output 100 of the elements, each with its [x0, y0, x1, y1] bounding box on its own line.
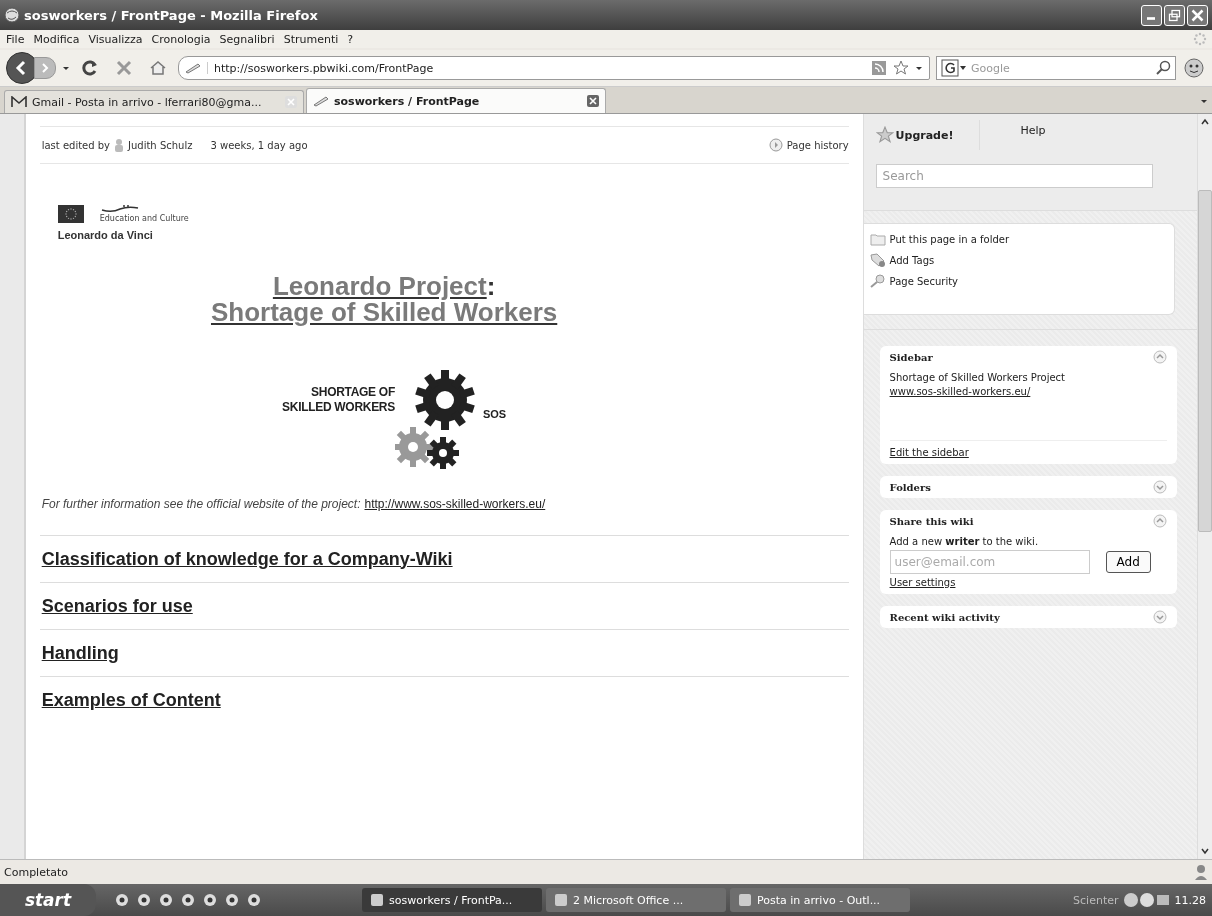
section-link[interactable]: Handling — [41, 642, 119, 664]
quick-launch-icon[interactable] — [136, 892, 152, 908]
bird-logo-icon — [99, 204, 140, 214]
help-link[interactable]: Help — [1020, 120, 1046, 150]
minimize-button[interactable] — [1141, 4, 1162, 26]
section-link[interactable]: Classification of knowledge for a Company-Wiki — [41, 548, 453, 570]
panel-title[interactable]: Share this wiki — [889, 515, 974, 527]
menu-item[interactable]: Segnalibri — [217, 32, 282, 46]
mail-icon — [11, 96, 27, 108]
maximize-button[interactable] — [1164, 4, 1185, 26]
quick-launch-icon[interactable] — [180, 892, 196, 908]
quick-launch-icon[interactable] — [114, 892, 130, 908]
toolbar-label: Scienter — [1073, 893, 1119, 907]
expand-icon[interactable] — [1153, 610, 1167, 624]
upgrade-link[interactable]: Upgrade! — [895, 128, 954, 142]
logo-text: SOS — [482, 408, 507, 420]
scroll-down-icon[interactable] — [1200, 846, 1210, 856]
close-icon — [1190, 7, 1205, 23]
home-icon[interactable] — [148, 58, 168, 78]
title-link[interactable]: Leonardo Project — [272, 271, 487, 301]
browser-tab[interactable]: Gmail - Posta in arrivo - lferrari80@gma... — [4, 90, 304, 113]
taskbar-button[interactable]: Posta in arrivo - Outl... — [730, 888, 910, 912]
quick-launch-icon[interactable] — [224, 892, 240, 908]
menu-item[interactable]: Visualizza — [86, 32, 150, 46]
smiley-icon[interactable] — [1182, 56, 1206, 80]
quick-launch-icon[interactable] — [246, 892, 262, 908]
edit-sidebar-link[interactable]: Edit the sidebar — [889, 447, 969, 458]
title-colon: : — [486, 271, 496, 301]
task-label: Posta in arrivo - Outl... — [757, 893, 881, 907]
menu-item[interactable]: ? — [345, 32, 361, 46]
minimize-icon — [1147, 16, 1155, 20]
tag-icon — [869, 253, 886, 267]
panel-title[interactable]: Sidebar — [889, 351, 933, 363]
app-icon — [738, 893, 752, 907]
menu-item[interactable]: Strumenti — [281, 32, 346, 46]
dropdown-icon[interactable] — [915, 64, 923, 72]
tab-list-icon[interactable] — [1200, 97, 1208, 105]
tab-label: sosworkers / FrontPage — [334, 94, 481, 108]
action-link[interactable]: Add Tags — [889, 254, 935, 266]
menu-item[interactable]: Modifica — [31, 32, 87, 46]
tray-icons-drawing — [1122, 892, 1171, 908]
action-link[interactable]: Put this page in a folder — [889, 233, 1010, 245]
search-icon[interactable] — [1155, 60, 1171, 76]
scroll-thumb[interactable] — [1198, 190, 1212, 532]
section-link[interactable]: Examples of Content — [41, 689, 221, 711]
quick-launch-icon[interactable] — [202, 892, 218, 908]
logo-caption: Leonardo da Vinci — [57, 229, 154, 241]
address-field[interactable]: http://sosworkers.pbwiki.com/FrontPage — [178, 56, 930, 80]
scrollbar[interactable] — [1197, 114, 1212, 859]
task-label: 2 Microsoft Office ... — [573, 893, 684, 907]
search-placeholder: Google — [971, 61, 1011, 75]
page-icon — [313, 95, 329, 107]
website-link[interactable]: www.sos-skilled-workers.eu/ — [889, 386, 1031, 397]
user-settings-link[interactable]: User settings — [889, 577, 956, 588]
page-icon — [185, 62, 208, 74]
folder-icon — [869, 232, 886, 246]
restore-icon — [1167, 7, 1182, 23]
subtitle-link[interactable]: Shortage of Skilled Workers — [211, 299, 558, 325]
menu-item[interactable]: Cronologia — [149, 32, 218, 46]
close-button[interactable] — [1187, 4, 1208, 26]
person-icon — [1194, 864, 1208, 880]
panel-title[interactable]: Recent wiki activity — [889, 611, 1000, 623]
feed-icon[interactable] — [871, 60, 887, 76]
website-link[interactable]: http://www.sos-skilled-workers.eu/ — [364, 497, 546, 511]
clock: 11.28 — [1174, 893, 1207, 907]
email-field[interactable]: user@email.com — [889, 550, 1090, 574]
star-icon — [875, 126, 894, 144]
section-link[interactable]: Scenarios for use — [41, 595, 193, 617]
quick-launch-icon[interactable] — [158, 892, 174, 908]
url-text: http://sosworkers.pbwiki.com/FrontPage — [214, 61, 435, 75]
collapse-icon[interactable] — [1153, 514, 1167, 528]
search-engine-icon[interactable] — [941, 59, 967, 77]
info-text: For further information see the official website of the project: — [41, 497, 361, 511]
panel-title[interactable]: Folders — [889, 481, 931, 493]
search-field[interactable]: Search — [875, 164, 1153, 188]
scroll-up-icon[interactable] — [1200, 117, 1210, 127]
expand-icon[interactable] — [1153, 480, 1167, 494]
browser-tab[interactable]: sosworkers / FrontPage — [306, 88, 606, 113]
close-tab-icon[interactable] — [587, 95, 599, 107]
edited-time: 3 weeks, 1 day ago — [210, 139, 308, 151]
window-title: sosworkers / FrontPage - Mozilla Firefox — [24, 7, 319, 23]
dropdown-icon[interactable] — [62, 64, 70, 72]
collapse-icon[interactable] — [1153, 350, 1167, 364]
edited-label: last edited by — [41, 139, 111, 151]
start-button[interactable]: start — [0, 884, 96, 916]
page-history-link[interactable]: Page history — [786, 139, 849, 151]
app-icon — [370, 893, 384, 907]
globe-icon — [4, 7, 20, 23]
flag-icon — [57, 205, 84, 223]
taskbar-button[interactable]: sosworkers / FrontPa... — [362, 888, 542, 912]
throbber-icon — [1192, 31, 1208, 47]
taskbar-button[interactable]: 2 Microsoft Office ... — [546, 888, 726, 912]
action-link[interactable]: Page Security — [889, 275, 959, 287]
logo-subtitle: Education and Culture — [99, 214, 189, 223]
panel-text: Shortage of Skilled Workers Project — [889, 372, 1066, 383]
author-link[interactable]: Judith Schulz — [128, 139, 193, 151]
menu-item[interactable]: File — [4, 32, 32, 46]
user-icon — [114, 138, 125, 152]
add-button[interactable]: Add — [1105, 551, 1151, 573]
star-icon[interactable] — [893, 60, 909, 76]
